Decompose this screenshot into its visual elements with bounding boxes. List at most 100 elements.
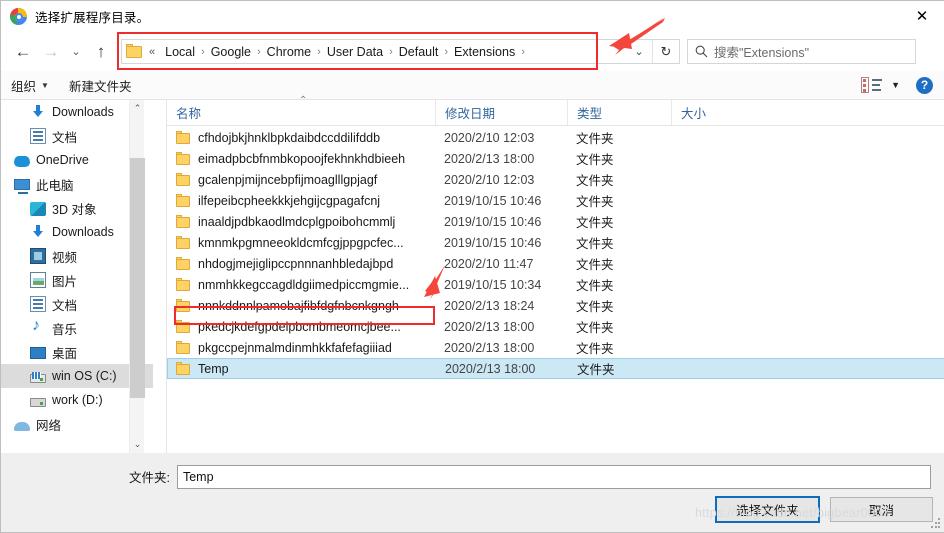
new-folder-button[interactable]: 新建文件夹	[59, 76, 142, 95]
folder-icon	[176, 257, 191, 270]
file-date-cell: 2019/10/15 10:46	[444, 193, 542, 208]
recent-locations-button[interactable]: ⌄	[65, 38, 87, 66]
sidebar-item-label: Downloads	[52, 225, 114, 239]
view-layout-icon[interactable]	[861, 77, 883, 93]
sidebar-item-label: 此电脑	[36, 178, 74, 193]
table-row[interactable]: nmmhkkegccagdldgiimedpiccmgmie... 2019/10…	[167, 274, 944, 295]
chevron-down-icon[interactable]: ▼	[891, 80, 900, 90]
file-name-cell: inaaldjpdbkaodlmdcplgpoibohcmmlj	[167, 215, 435, 229]
file-type-cell: 文件夹	[576, 174, 614, 188]
file-name-cell: pkedcjkdefgpdelpbcmbmeomcjbee...	[167, 320, 435, 334]
table-row[interactable]: kmnmkpgmneeokldcmfcgjppgpcfec... 2019/10/…	[167, 232, 944, 253]
table-row[interactable]: pkgccpejnmalmdinmhkkfafefagiiiad 2020/2/1…	[167, 337, 944, 358]
help-icon[interactable]: ?	[916, 76, 933, 94]
table-row[interactable]: inaaldjpdbkaodlmdcplgpoibohcmmlj 2019/10/…	[167, 211, 944, 232]
sidebar-item-label: 图片	[52, 274, 78, 289]
table-row[interactable]: cfhdojbkjhnklbpkdaibdccddilifddb 2020/2/1…	[167, 127, 944, 148]
sidebar-item-label: Downloads	[52, 105, 114, 119]
file-date-cell: 2020/2/10 12:03	[444, 172, 535, 187]
file-name-cell: ilfepeibcpheekkkjehgijcgpagafcnj	[167, 194, 435, 208]
file-date-cell: 2020/2/13 18:24	[444, 298, 535, 313]
cancel-button[interactable]: 取消	[830, 497, 933, 522]
document-icon	[30, 296, 46, 312]
sort-ascending-icon: ⌃	[299, 94, 308, 106]
file-date-cell: 2020/2/13 18:00	[444, 340, 535, 355]
column-header-name-label: 名称	[176, 107, 202, 121]
table-row[interactable]: pkedcjkdefgpdelpbcmbmeomcjbee... 2020/2/1…	[167, 316, 944, 337]
scroll-up-icon[interactable]: ⌃	[130, 100, 145, 117]
folder-icon	[176, 152, 191, 165]
sidebar-item-label: 文档	[52, 130, 78, 145]
network-icon	[14, 421, 30, 431]
folder-name-label: 文件夹:	[129, 471, 170, 485]
folder-icon	[176, 362, 191, 375]
table-row[interactable]: ilfepeibcpheekkkjehgijcgpagafcnj 2019/10/…	[167, 190, 944, 211]
forward-button[interactable]: →	[37, 38, 65, 66]
organize-button[interactable]: 组织 ▼	[1, 76, 59, 95]
table-row[interactable]: eimadpbcbfnmbkopoojfekhnkhdbieeh 2020/2/1…	[167, 148, 944, 169]
file-name-label: cfhdojbkjhnklbpkdaibdccddilifddb	[198, 130, 381, 145]
onedrive-icon	[14, 156, 30, 167]
file-list-pane: 名称 ⌃ 修改日期 类型 大小 cfhdojbkjhnklbpkdaibdccd…	[167, 95, 944, 453]
back-button[interactable]: ←	[9, 38, 37, 66]
table-row[interactable]: Temp 2020/2/13 18:00 文件夹	[167, 358, 944, 379]
refresh-icon[interactable]: ↻	[652, 40, 679, 63]
command-toolbar: 组织 ▼ 新建文件夹 ▼ ?	[1, 71, 944, 100]
file-type-cell: 文件夹	[576, 132, 614, 146]
file-name-label: inaaldjpdbkaodlmdcplgpoibohcmmlj	[198, 214, 396, 229]
sidebar-scrollbar[interactable]: ⌃ ⌄	[129, 100, 145, 453]
folder-name-row: 文件夹: Temp	[1, 464, 944, 489]
window-title: 选择扩展程序目录。	[35, 11, 150, 25]
folder-icon	[176, 173, 191, 186]
file-name-label: nhdogjmejiglipccpnnnanhbledajbpd	[198, 256, 394, 271]
file-name-cell: cfhdojbkjhnklbpkdaibdccddilifddb	[167, 131, 435, 145]
breadcrumb-item-default[interactable]: Default	[394, 45, 444, 59]
select-folder-button[interactable]: 选择文件夹	[715, 496, 820, 523]
breadcrumb: « Local › Google › Chrome › User Data › …	[149, 45, 626, 59]
breadcrumb-item-local[interactable]: Local	[160, 45, 200, 59]
up-button[interactable]: ↑	[87, 38, 115, 66]
address-bar[interactable]: « Local › Google › Chrome › User Data › …	[121, 39, 680, 64]
file-date-cell: 2020/2/10 12:03	[444, 130, 535, 145]
column-header-name[interactable]: 名称 ⌃	[167, 95, 435, 126]
column-header-type[interactable]: 类型	[567, 99, 671, 126]
file-name-label: ilfepeibcpheekkkjehgijcgpagafcnj	[198, 193, 381, 208]
file-date-cell: 2020/2/13 18:00	[444, 151, 535, 166]
table-row[interactable]: nhdogjmejiglipccpnnnanhbledajbpd 2020/2/1…	[167, 253, 944, 274]
organize-label: 组织	[11, 79, 37, 94]
table-row[interactable]: gcalenpjmijncebpfijmoaglllgpjagf 2020/2/1…	[167, 169, 944, 190]
breadcrumb-separator[interactable]: ›	[520, 46, 526, 58]
folder-icon	[176, 194, 191, 207]
folder-icon	[176, 299, 191, 312]
close-icon[interactable]: ✕	[899, 1, 944, 32]
breadcrumb-item-chrome[interactable]: Chrome	[262, 45, 316, 59]
folder-name-input[interactable]: Temp	[176, 464, 931, 489]
sidebar-item-label: 3D 对象	[52, 202, 97, 217]
videos-icon	[30, 248, 46, 264]
search-box[interactable]: 搜索"Extensions"	[687, 39, 916, 64]
folder-icon	[176, 341, 191, 354]
column-header-date[interactable]: 修改日期	[435, 99, 567, 126]
column-header-size[interactable]: 大小	[671, 99, 757, 126]
breadcrumb-item-extensions[interactable]: Extensions	[449, 45, 520, 59]
breadcrumb-overflow[interactable]: «	[149, 46, 160, 58]
sidebar-item-label: OneDrive	[36, 153, 89, 167]
file-type-cell: 文件夹	[576, 237, 614, 251]
file-type-cell: 文件夹	[576, 153, 614, 167]
breadcrumb-item-google[interactable]: Google	[206, 45, 256, 59]
file-type-cell: 文件夹	[576, 342, 614, 356]
resize-grip[interactable]	[930, 518, 941, 529]
chevron-down-icon[interactable]: ⌄	[626, 40, 652, 63]
table-row[interactable]: nnnkddnnlpamobajfibfdgfnbcnkgngh 2020/2/1…	[167, 295, 944, 316]
file-name-cell: nnnkddnnlpamobajfibfdgfnbcnkgngh	[167, 299, 435, 313]
chrome-logo-icon	[10, 8, 27, 25]
3d-objects-icon	[30, 201, 46, 216]
search-input[interactable]: 搜索"Extensions"	[714, 42, 809, 61]
file-date-cell: 2019/10/15 10:34	[444, 277, 542, 292]
scrollbar-thumb[interactable]	[130, 158, 145, 398]
scroll-down-icon[interactable]: ⌄	[130, 436, 145, 453]
sidebar-item-label: work (D:)	[52, 393, 103, 407]
sidebar-item-label: 网络	[36, 418, 62, 433]
breadcrumb-item-user-data[interactable]: User Data	[322, 45, 388, 59]
dialog-body: Downloads📌文档📌OneDrive此电脑3D 对象Downloads视频…	[1, 95, 944, 453]
